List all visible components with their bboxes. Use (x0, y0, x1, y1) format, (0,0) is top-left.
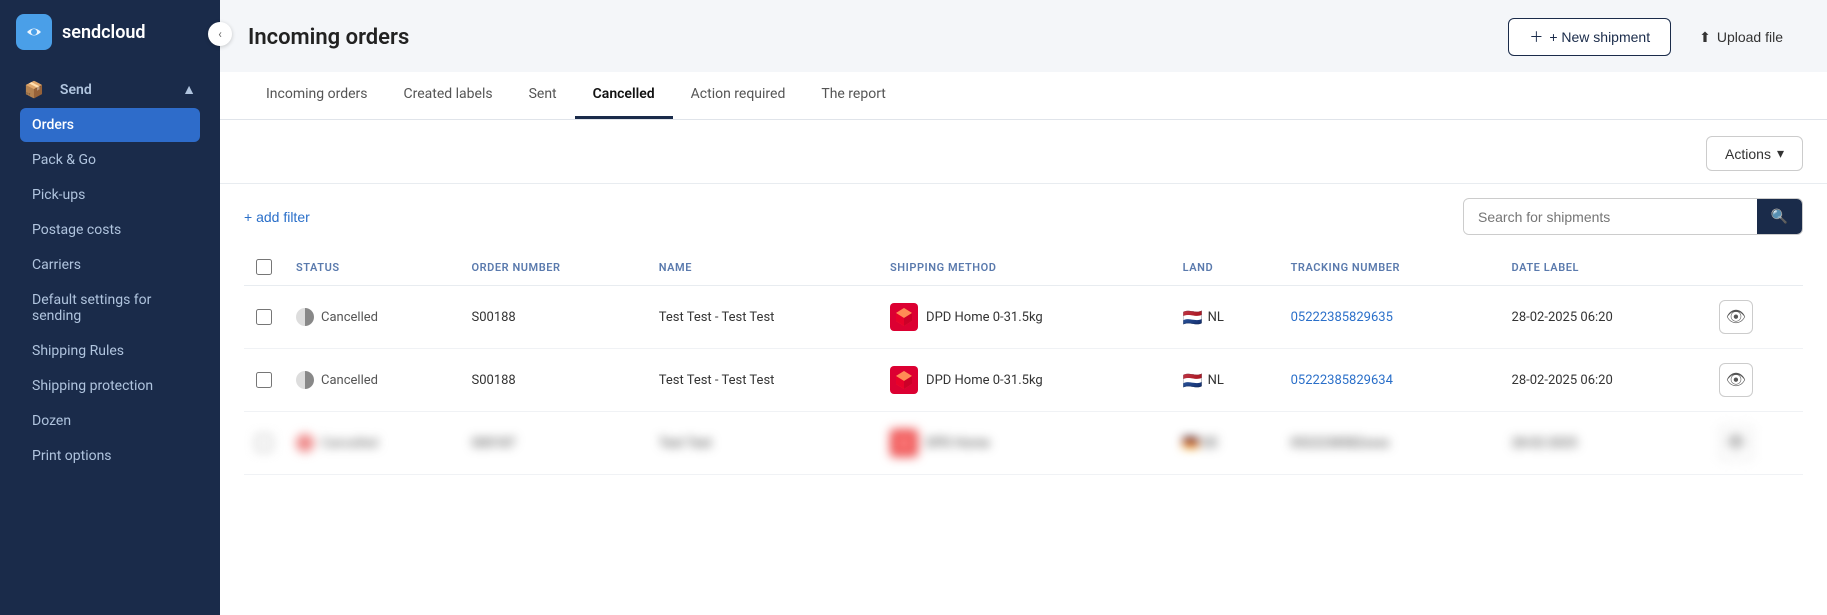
sidebar-item-pack-go[interactable]: Pack & Go (20, 143, 200, 177)
sidebar-item-dozen[interactable]: Dozen (20, 404, 200, 438)
chevron-up-icon: ▲ (182, 81, 196, 98)
content-area: Actions ▾ + add filter 🔍 (220, 120, 1827, 615)
sidebar-item-default-settings[interactable]: Default settings for sending (20, 283, 200, 333)
row3-view-button[interactable]: 👁 (1719, 426, 1753, 460)
sidebar-item-orders[interactable]: Orders (20, 108, 200, 142)
page-title: Incoming orders (248, 25, 409, 50)
row2-land: 🇳🇱 NL (1171, 349, 1279, 412)
row1-actions: 👁 (1707, 286, 1803, 349)
row1-flag-icon: 🇳🇱 (1183, 308, 1203, 327)
row1-order-number: S00188 (459, 286, 646, 349)
row1-shipping-method: DPD Home 0-31.5kg (878, 286, 1171, 349)
sidebar: sendcloud ‹ 📦 Send ▲ Orders Pack & Go Pi… (0, 0, 220, 615)
search-icon: 🔍 (1771, 208, 1788, 225)
upload-file-button[interactable]: ⬆ Upload file (1683, 21, 1799, 54)
chevron-down-icon: ▾ (1777, 145, 1784, 162)
tab-action-required[interactable]: Action required (673, 72, 804, 119)
col-tracking-number: TRACKING NUMBER (1279, 249, 1500, 286)
row2-actions: 👁 (1707, 349, 1803, 412)
row2-status: Cancelled (284, 349, 459, 412)
select-all-checkbox[interactable] (256, 259, 272, 275)
sidebar-logo: sendcloud (0, 0, 220, 64)
table-container: STATUS ORDER NUMBER NAME SHIPPING METHOD (220, 249, 1827, 475)
row1-status-dot (296, 308, 314, 326)
row1-tracking-number: 05222385829635 (1279, 286, 1500, 349)
main-content: Incoming orders ＋ + New shipment ⬆ Uploa… (220, 0, 1827, 615)
collapse-sidebar-button[interactable]: ‹ (208, 22, 232, 46)
tab-sent[interactable]: Sent (511, 72, 575, 119)
new-shipment-button[interactable]: ＋ + New shipment (1508, 18, 1671, 56)
filter-search-bar: + add filter 🔍 (220, 184, 1827, 249)
sidebar-item-pick-ups[interactable]: Pick-ups (20, 178, 200, 212)
shipments-table: STATUS ORDER NUMBER NAME SHIPPING METHOD (244, 249, 1803, 475)
actions-button[interactable]: Actions ▾ (1706, 136, 1803, 171)
row2-checkbox-cell (244, 349, 284, 412)
row2-flag-icon: 🇳🇱 (1183, 371, 1203, 390)
add-filter-button[interactable]: + add filter (244, 209, 310, 225)
row2-view-button[interactable]: 👁 (1719, 363, 1753, 397)
col-date-label: DATE LABEL (1500, 249, 1707, 286)
row1-tracking-link[interactable]: 05222385829635 (1291, 310, 1393, 325)
search-container: 🔍 (1463, 198, 1803, 235)
col-status: STATUS (284, 249, 459, 286)
row1-checkbox-cell (244, 286, 284, 349)
sidebar-item-print-options[interactable]: Print options (20, 439, 200, 473)
logo-icon (16, 14, 52, 50)
eye-icon: 👁 (1726, 307, 1746, 327)
col-order-number: ORDER NUMBER (459, 249, 646, 286)
sidebar-item-shipping-rules[interactable]: Shipping Rules (20, 334, 200, 368)
row2-date-label: 28-02-2025 06:20 (1500, 349, 1707, 412)
search-input[interactable] (1464, 200, 1757, 234)
row1-date-label: 28-02-2025 06:20 (1500, 286, 1707, 349)
row2-order-number: S00188 (459, 349, 646, 412)
logo-text: sendcloud (62, 22, 146, 43)
col-name: NAME (647, 249, 878, 286)
search-button[interactable]: 🔍 (1757, 199, 1802, 234)
row2-tracking-link[interactable]: 05222385829634 (1291, 373, 1393, 388)
row1-status: Cancelled (284, 286, 459, 349)
sidebar-item-postage-costs[interactable]: Postage costs (20, 213, 200, 247)
sidebar-item-carriers[interactable]: Carriers (20, 248, 200, 282)
row3-checkbox[interactable] (256, 435, 272, 451)
upload-icon: ⬆ (1699, 29, 1711, 46)
eye-icon: 👁 (1726, 370, 1746, 390)
col-row-actions (1707, 249, 1803, 286)
send-section-header[interactable]: 📦 Send ▲ (20, 72, 200, 107)
row2-status-dot (296, 371, 314, 389)
table-row: Cancelled S00188 Test Test - Test Test (244, 349, 1803, 412)
table-row: Cancelled S00187 Test Test DPD Home (244, 412, 1803, 475)
row2-tracking-number: 05222385829634 (1279, 349, 1500, 412)
top-bar-actions: ＋ + New shipment ⬆ Upload file (1508, 18, 1799, 56)
tab-the-report[interactable]: The report (803, 72, 904, 119)
col-shipping-method: SHIPPING METHOD (878, 249, 1171, 286)
sidebar-nav: 📦 Send ▲ Orders Pack & Go Pick-ups Posta… (0, 64, 220, 615)
tab-created-labels[interactable]: Created labels (386, 72, 511, 119)
sidebar-item-shipping-protection[interactable]: Shipping protection (20, 369, 200, 403)
tabs-bar: Incoming orders Created labels Sent Canc… (220, 72, 1827, 120)
plus-icon: ＋ (1529, 27, 1543, 47)
row1-land: 🇳🇱 NL (1171, 286, 1279, 349)
actions-bar: Actions ▾ (220, 120, 1827, 184)
tab-incoming-orders[interactable]: Incoming orders (248, 72, 386, 119)
row1-checkbox[interactable] (256, 309, 272, 325)
row1-name: Test Test - Test Test (647, 286, 878, 349)
dpd-carrier-icon (890, 366, 918, 394)
tab-cancelled[interactable]: Cancelled (575, 72, 673, 119)
row2-shipping-method: DPD Home 0-31.5kg (878, 349, 1171, 412)
send-section: 📦 Send ▲ Orders Pack & Go Pick-ups Posta… (8, 64, 212, 478)
row2-name: Test Test - Test Test (647, 349, 878, 412)
dpd-carrier-icon (890, 303, 918, 331)
send-icon: 📦 (24, 80, 44, 99)
table-row: Cancelled S00188 Test Test - Test Test (244, 286, 1803, 349)
row2-checkbox[interactable] (256, 372, 272, 388)
col-checkbox (244, 249, 284, 286)
top-bar: Incoming orders ＋ + New shipment ⬆ Uploa… (220, 0, 1827, 56)
row1-view-button[interactable]: 👁 (1719, 300, 1753, 334)
col-land: LAND (1171, 249, 1279, 286)
